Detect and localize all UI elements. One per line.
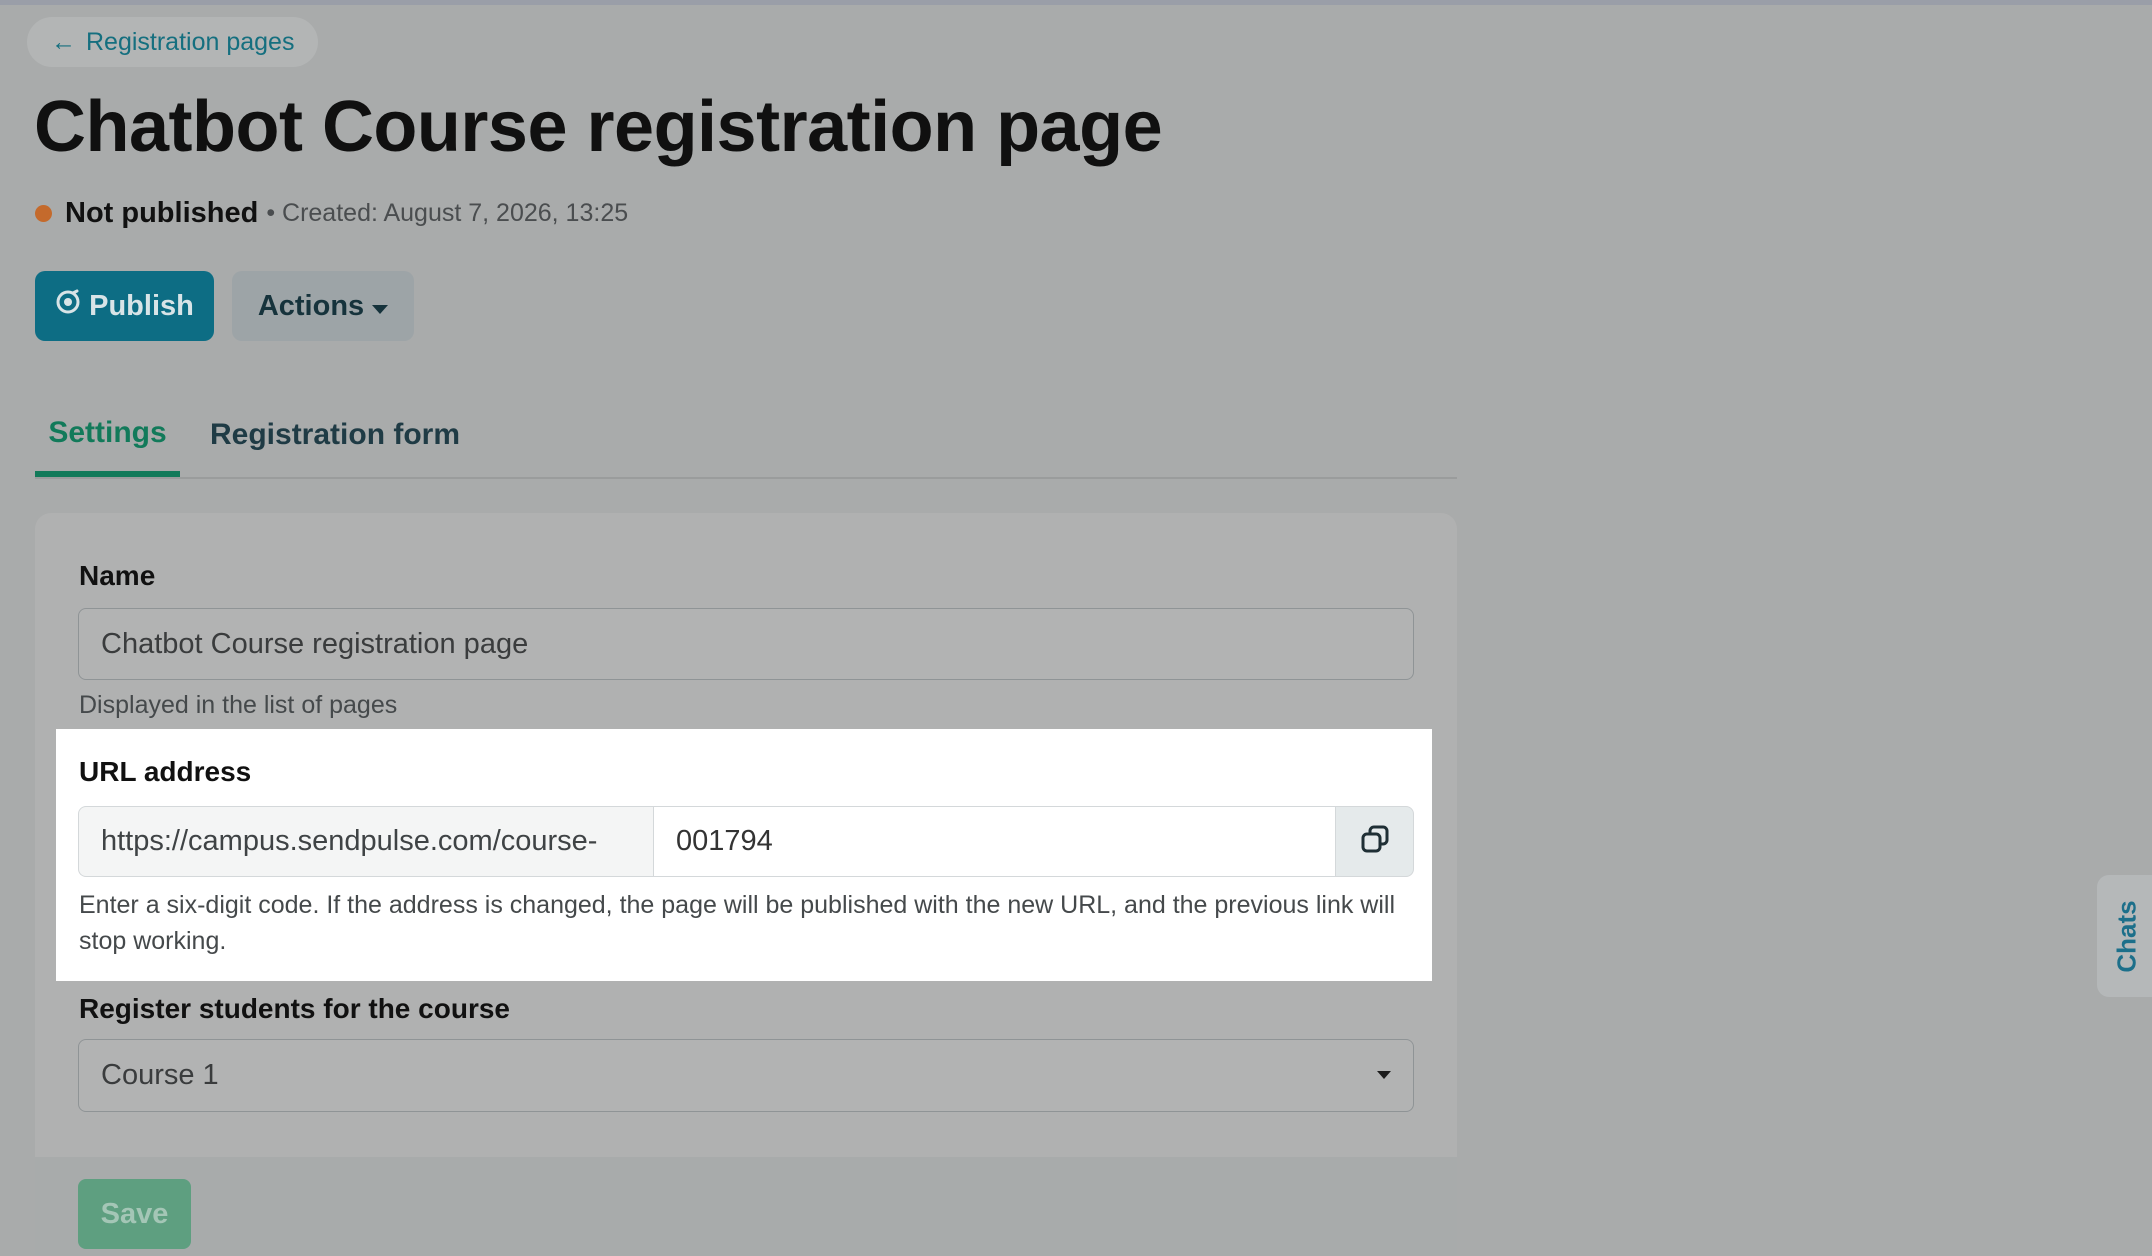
course-select-value: Course 1: [101, 1059, 219, 1091]
caret-down-icon: [372, 290, 389, 323]
caret-down-icon: [1377, 1071, 1391, 1079]
form-footer: [35, 1157, 1457, 1256]
actions-dropdown-button[interactable]: Actions: [232, 271, 414, 341]
url-input-group: https://campus.sendpulse.com/course- 001…: [78, 806, 1414, 877]
copy-url-button[interactable]: [1336, 806, 1414, 877]
url-address-section: URL address https://campus.sendpulse.com…: [56, 729, 1432, 981]
chats-label: Chats: [2111, 899, 2142, 973]
tab-bar: Settings Registration form: [35, 395, 1457, 479]
actions-label: Actions: [257, 289, 365, 322]
status-row: Not published • Created: August 7, 2026,…: [35, 197, 628, 230]
url-hint: Enter a six-digit code. If the address i…: [79, 891, 1396, 955]
name-hint: Displayed in the list of pages: [79, 691, 398, 719]
copy-icon: [1360, 824, 1390, 859]
publish-button[interactable]: Publish: [35, 271, 214, 341]
back-link-label: Registration pages: [86, 27, 295, 56]
tab-settings[interactable]: Settings: [35, 395, 180, 477]
publish-label: Publish: [89, 289, 194, 322]
chats-side-tab[interactable]: Chats: [2097, 875, 2152, 997]
name-input[interactable]: Chatbot Course registration page: [78, 608, 1414, 680]
save-button[interactable]: Save: [78, 1179, 191, 1249]
broadcast-icon: [55, 289, 81, 323]
url-code-input[interactable]: 001794: [653, 806, 1336, 877]
created-date: • Created: August 7, 2026, 13:25: [266, 199, 629, 227]
course-select[interactable]: Course 1: [78, 1039, 1414, 1112]
back-arrow-icon: ←: [51, 27, 76, 56]
back-to-registration-pages-link[interactable]: ← Registration pages: [27, 17, 319, 67]
url-address-label: URL address: [79, 756, 252, 787]
name-label: Name: [79, 560, 156, 591]
status-label: Not published: [65, 197, 259, 229]
tab-registration-form[interactable]: Registration form: [210, 395, 460, 475]
page-title: Chatbot Course registration page: [34, 87, 1163, 167]
status-dot-icon: [35, 205, 52, 222]
url-prefix: https://campus.sendpulse.com/course-: [78, 806, 653, 877]
course-label: Register students for the course: [79, 993, 510, 1024]
top-border: [0, 0, 2152, 5]
